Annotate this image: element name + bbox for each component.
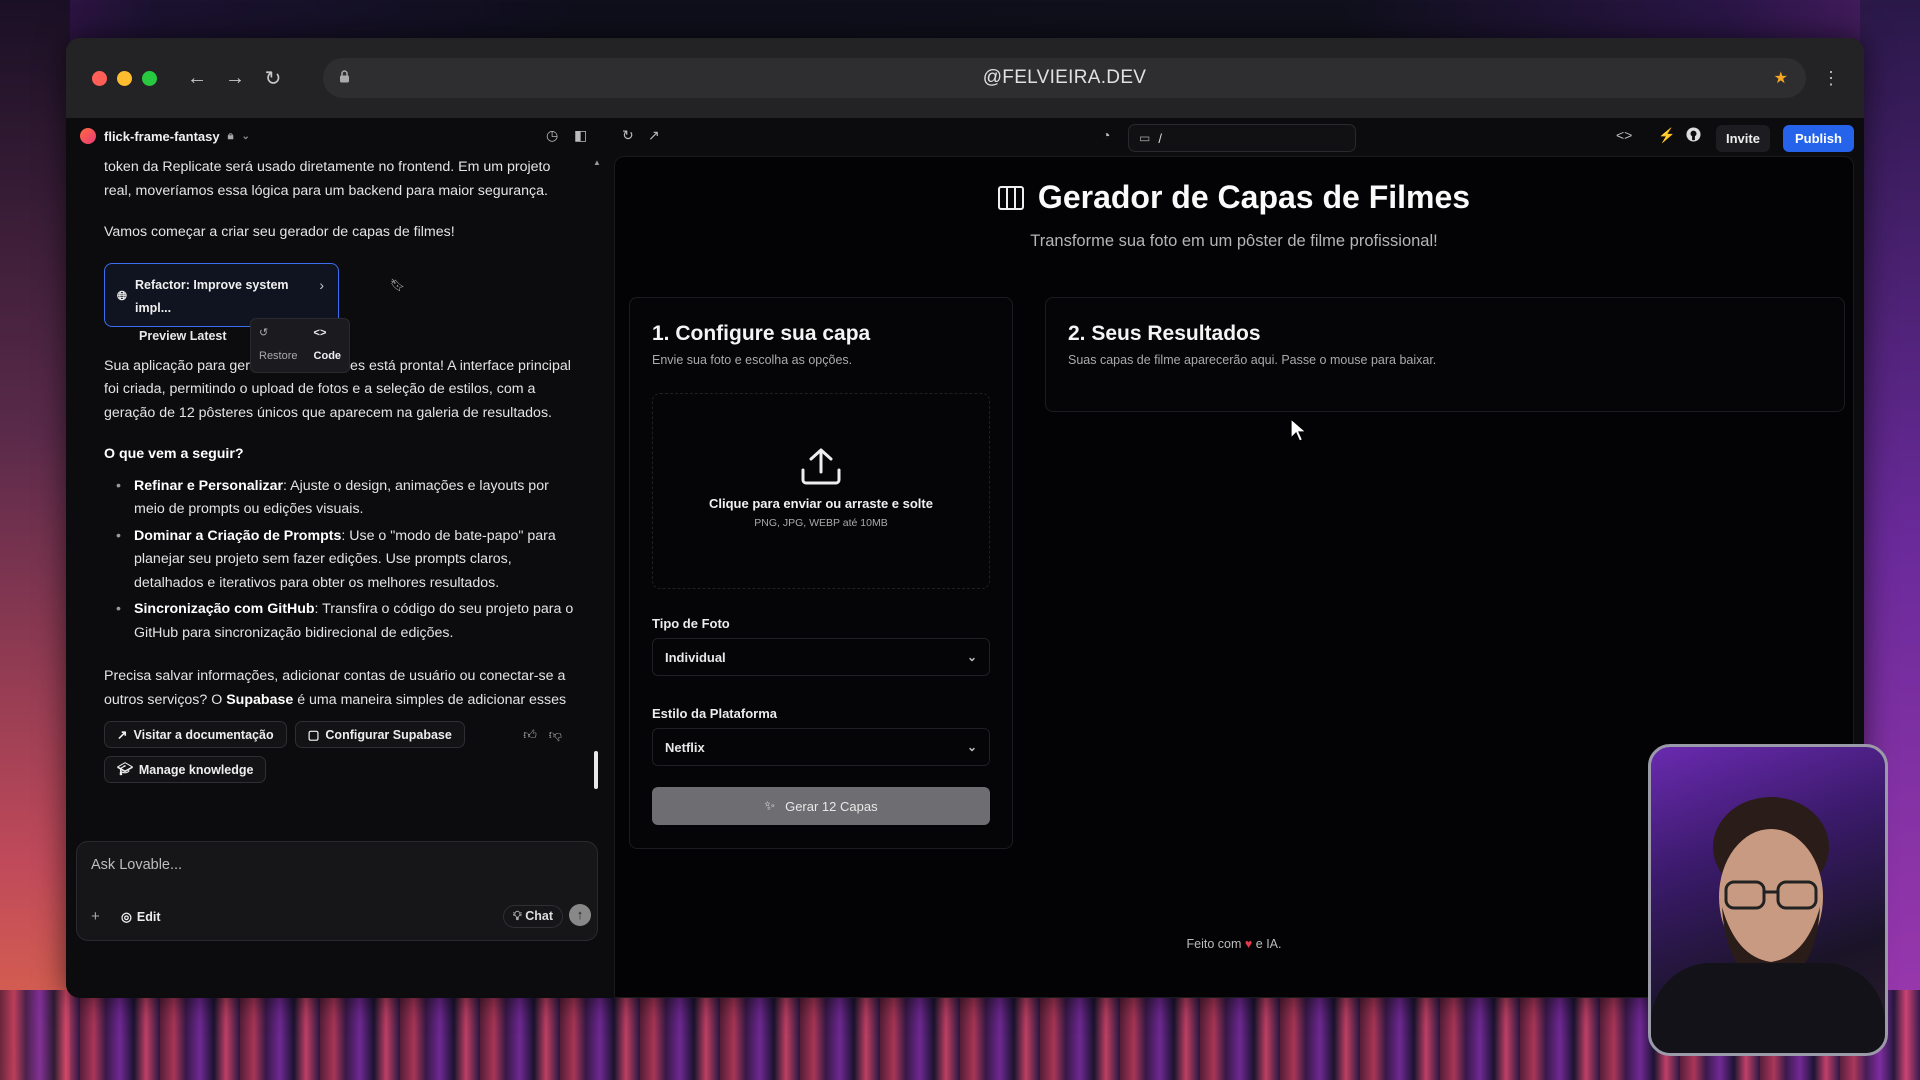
thumbs-down-icon[interactable]: 👎︎ xyxy=(549,727,562,743)
edit-mode-button[interactable]: ◎ Edit xyxy=(121,909,161,925)
chevron-right-icon: › xyxy=(319,276,324,293)
forward-arrow-icon[interactable]: → xyxy=(225,67,245,90)
lovable-logo-icon xyxy=(80,128,96,144)
list-item: Refinar e Personalizar: Ajuste o design,… xyxy=(116,475,576,522)
project-selector[interactable]: flick-frame-fantasy 🔒︎ ⌄ xyxy=(80,128,250,144)
publish-button[interactable]: Publish xyxy=(1783,125,1854,152)
restore-button[interactable]: ↺ Restore xyxy=(251,319,306,372)
bookmark-star-icon[interactable]: ★ xyxy=(1774,68,1788,88)
upload-hint: PNG, JPG, WEBP até 10MB xyxy=(754,517,888,529)
project-name: flick-frame-fantasy xyxy=(104,128,220,144)
minimize-window-button[interactable] xyxy=(117,70,132,86)
history-icon[interactable]: ◷ xyxy=(546,127,558,144)
maximize-window-button[interactable] xyxy=(142,70,157,86)
list-item: Sincronização com GitHub: Transfira o có… xyxy=(116,598,576,645)
plus-icon[interactable]: + xyxy=(91,908,100,925)
globe-icon: 🌐︎ xyxy=(117,289,128,304)
chat-paragraph: Precisa salvar informações, adicionar co… xyxy=(104,668,567,716)
configure-supabase-button[interactable]: ▢ Configurar Supabase xyxy=(294,721,465,748)
chat-scrollbar-thumb[interactable] xyxy=(594,751,598,789)
next-steps-list: Refinar e Personalizar: Ajuste o design,… xyxy=(116,475,576,646)
external-link-icon: ↗ xyxy=(117,728,128,742)
version-title-row: 🌐︎ Refactor: Improve system impl... xyxy=(117,274,326,321)
film-icon xyxy=(997,185,1024,210)
target-icon: ◎ xyxy=(121,910,132,924)
refresh-preview-icon[interactable]: ↻ xyxy=(622,127,634,144)
back-arrow-icon[interactable]: ← xyxy=(187,67,207,90)
address-bar[interactable]: @FELVIEIRA.DEV ★ xyxy=(323,58,1806,98)
open-external-icon[interactable]: ↗ xyxy=(648,127,660,144)
browser-toolbar: ← → ↻ @FELVIEIRA.DEV ★ ⋮ xyxy=(66,38,1864,118)
route-input[interactable]: ▭ / xyxy=(1128,124,1356,152)
github-icon[interactable] xyxy=(1686,127,1701,145)
chat-mode-button[interactable]: 💡︎ Chat xyxy=(503,905,564,928)
platform-style-label: Estilo da Plataforma xyxy=(652,706,777,721)
platform-style-select[interactable]: Netflix ⌄ xyxy=(652,728,990,766)
chevron-down-icon: ⌄ xyxy=(966,650,977,664)
chat-input-placeholder[interactable]: Ask Lovable... xyxy=(91,857,182,873)
heart-icon: ♥ xyxy=(1244,937,1253,951)
upload-instruction: Clique para enviar ou arraste e solte xyxy=(709,496,933,511)
code-icon[interactable]: <> xyxy=(1616,127,1632,143)
thumbs-up-icon[interactable]: 👍︎ xyxy=(523,727,537,743)
configure-card: 1. Configure sua capa Envie sua foto e e… xyxy=(629,297,1013,849)
results-heading: 2. Seus Resultados xyxy=(1068,322,1261,345)
bookmark-icon[interactable]: 🔖︎ xyxy=(390,274,405,298)
page-subtitle: Transforme sua foto em um pôster de film… xyxy=(1030,232,1438,250)
presenter-shoulders xyxy=(1651,963,1885,1053)
next-steps-heading: O que vem a seguir? xyxy=(104,446,244,462)
device-toggle-icon[interactable]: ◔ xyxy=(1102,127,1110,143)
background-stripes xyxy=(0,990,1920,1080)
chat-messages[interactable]: token da Replicate será usado diretament… xyxy=(66,156,596,716)
url-text: @FELVIEIRA.DEV xyxy=(982,67,1147,88)
lovable-app: flick-frame-fantasy 🔒︎ ⌄ ◷ ◧ ↻ ↗ ◔ ▭ / <… xyxy=(66,118,1864,998)
lock-icon: 🔒︎ xyxy=(227,129,234,142)
visit-docs-button[interactable]: ↗ Visitar a documentação xyxy=(104,721,287,748)
browser-menu-icon[interactable]: ⋮ xyxy=(1822,68,1840,89)
reload-icon[interactable]: ↻ xyxy=(263,66,283,91)
list-item: Dominar a Criação de Prompts: Use o "mod… xyxy=(116,525,576,596)
chat-paragraph: token da Replicate será usado diretament… xyxy=(104,159,551,199)
lightbulb-icon: 💡︎ xyxy=(513,909,522,923)
configure-description: Envie sua foto e escolha as opções. xyxy=(652,353,853,367)
upload-icon xyxy=(799,446,843,486)
chat-bubble-icon: ▢ xyxy=(307,728,320,742)
photo-type-label: Tipo de Foto xyxy=(652,616,730,631)
results-description: Suas capas de filme aparecerão aqui. Pas… xyxy=(1068,353,1437,367)
magic-wand-icon: ✨︎ xyxy=(764,798,776,813)
page-title: Gerador de Capas de Filmes xyxy=(615,179,1853,216)
app-topbar: flick-frame-fantasy 🔒︎ ⌄ ◷ ◧ ↻ ↗ ◔ ▭ / <… xyxy=(66,118,1864,156)
generate-covers-button[interactable]: ✨︎ Gerar 12 Capas xyxy=(652,787,990,825)
chevron-down-icon: ⌄ xyxy=(966,740,977,754)
route-text: / xyxy=(1158,130,1162,146)
page-icon: ▭ xyxy=(1139,131,1151,145)
configure-heading: 1. Configure sua capa xyxy=(652,322,871,345)
chat-paragraph: Vamos começar a criar seu gerador de cap… xyxy=(104,224,455,240)
sidebar-toggle-icon[interactable]: ◧ xyxy=(574,127,587,144)
chat-panel: ▲ token da Replicate será usado diretame… xyxy=(66,156,606,998)
version-card[interactable]: 🌐︎ Refactor: Improve system impl... Prev… xyxy=(104,262,405,373)
invite-button[interactable]: Invite xyxy=(1716,125,1770,152)
close-window-button[interactable] xyxy=(92,70,107,86)
webcam-overlay xyxy=(1648,744,1888,1056)
send-arrow-icon[interactable]: ↑ xyxy=(569,904,591,926)
results-card: 2. Seus Resultados Suas capas de filme a… xyxy=(1045,297,1845,412)
chevron-down-icon: ⌄ xyxy=(241,130,250,142)
version-title: Refactor: Improve system impl... xyxy=(135,277,289,316)
photo-type-select[interactable]: Individual ⌄ xyxy=(652,638,990,676)
chat-input-box[interactable]: Ask Lovable... + ◎ Edit 💡︎ Chat ↑ xyxy=(76,841,598,941)
graduation-cap-icon: 🎓︎ xyxy=(117,762,133,776)
code-button[interactable]: <> Code xyxy=(306,319,350,372)
supabase-icon[interactable]: ⚡ xyxy=(1658,127,1675,144)
background-left xyxy=(0,0,70,1080)
manage-knowledge-button[interactable]: 🎓︎ Manage knowledge xyxy=(104,756,267,783)
browser-window: ← → ↻ @FELVIEIRA.DEV ★ ⋮ flick-frame-fan… xyxy=(66,38,1864,998)
photo-upload-dropzone[interactable]: Clique para enviar ou arraste e solte PN… xyxy=(652,393,990,589)
window-controls xyxy=(92,70,157,86)
chat-action-buttons: ↗ Visitar a documentação ▢ Configurar Supa… xyxy=(104,721,584,791)
version-actions: ↺ Restore <> Code xyxy=(250,317,351,373)
mouse-cursor-icon xyxy=(1290,418,1308,442)
